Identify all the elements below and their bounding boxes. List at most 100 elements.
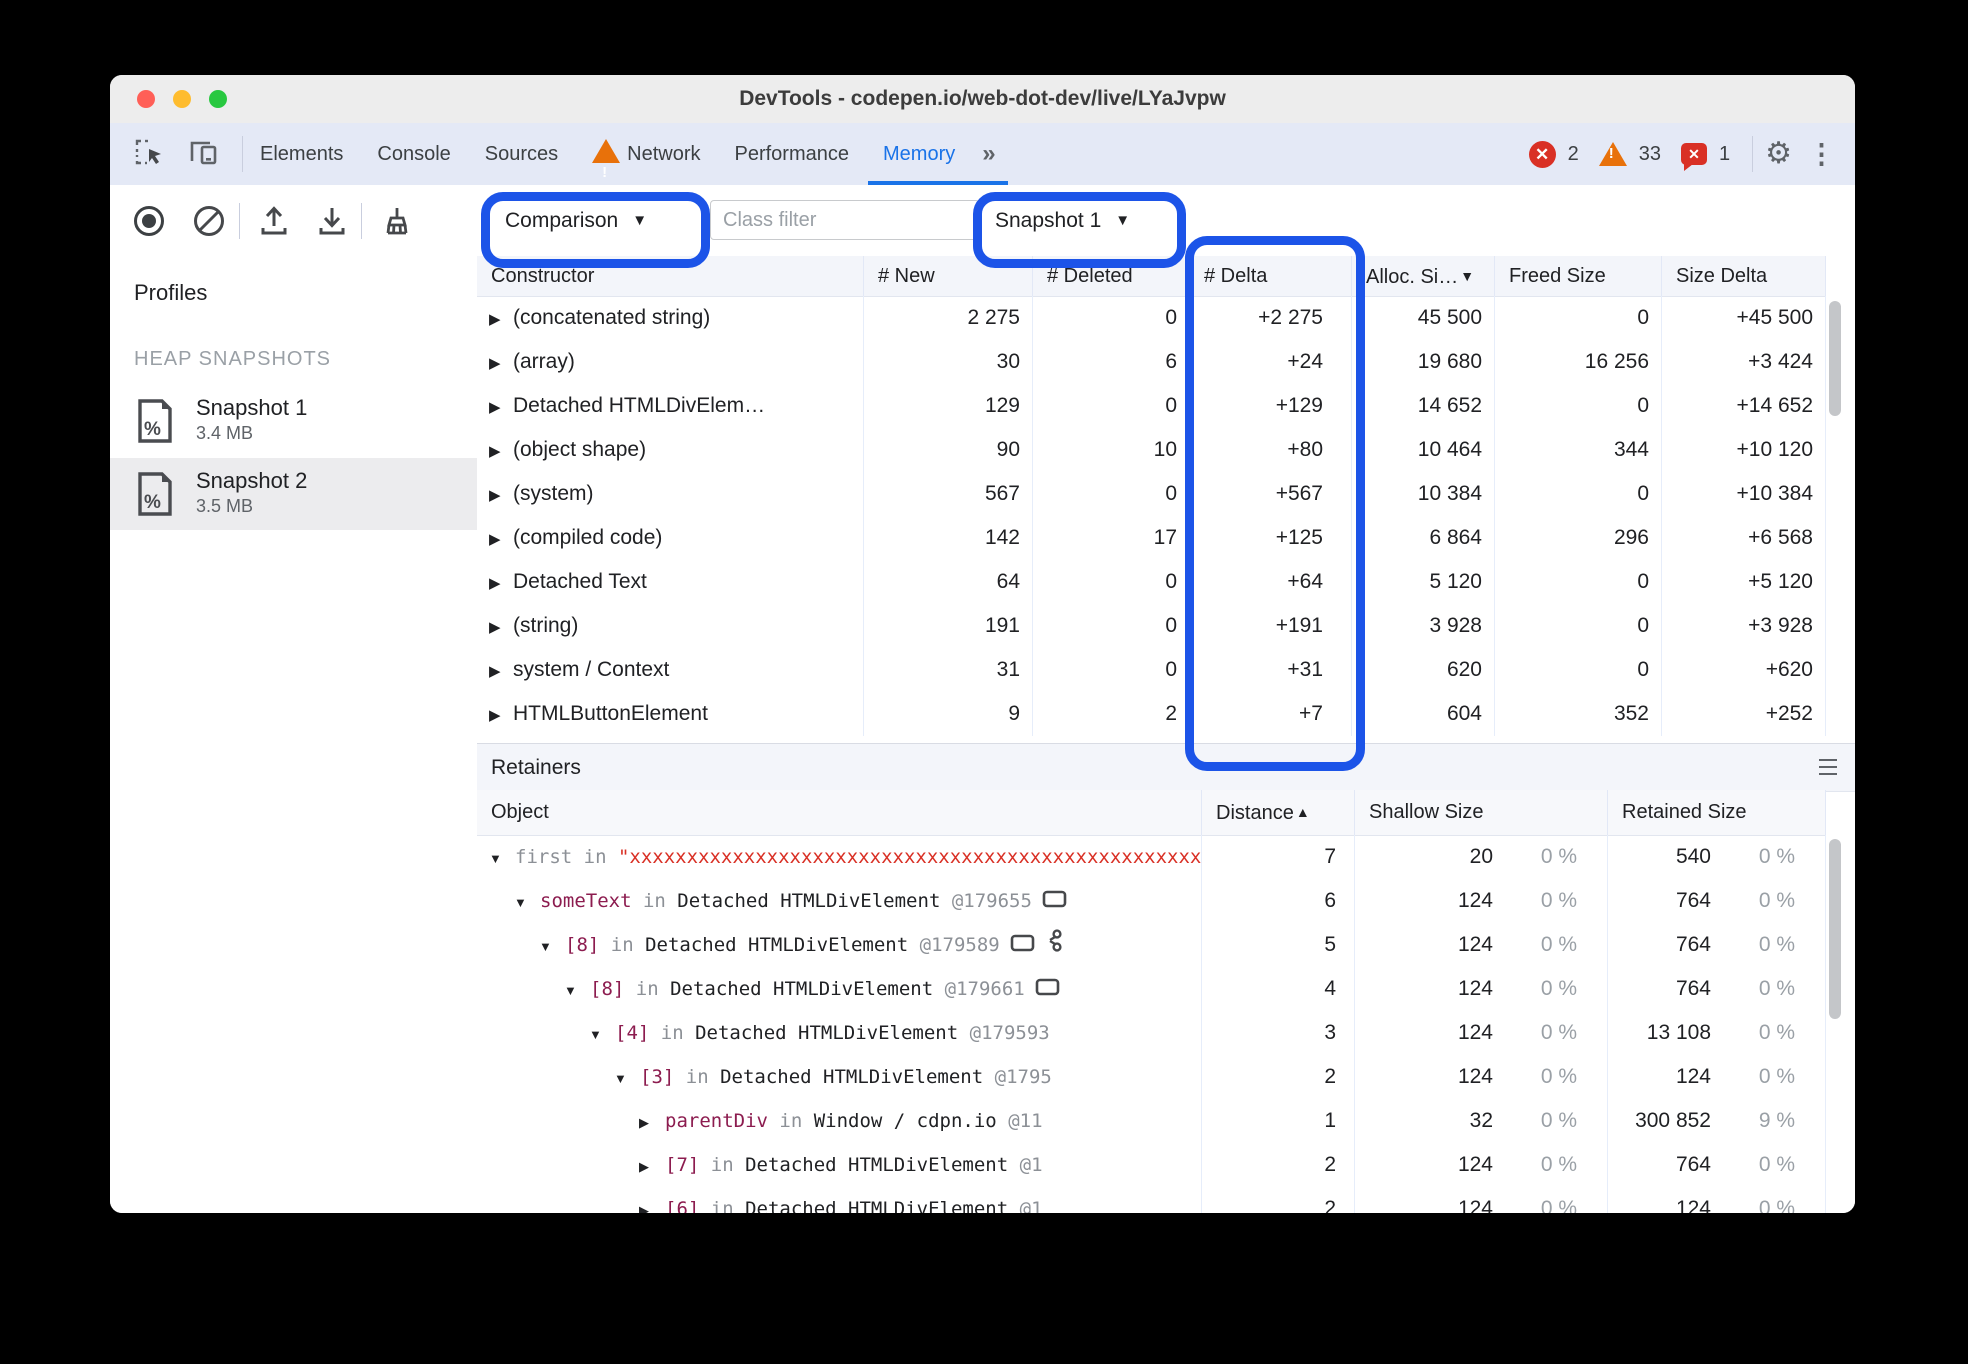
constructor-row[interactable]: ▶ (string) 191 0 +191 3 928 0 +3 928 [477, 604, 1826, 648]
console-warnings-icon[interactable] [1598, 142, 1627, 166]
constructor-row[interactable]: ▶ Detached Text 64 0 +64 5 120 0 +5 120 [477, 560, 1826, 604]
inspect-element-icon[interactable] [134, 137, 164, 172]
retained-size-value: 300 852 [1635, 1109, 1711, 1132]
constructor-name-cell: ▶ (object shape) [477, 428, 864, 472]
column-header-alloc-size[interactable]: Alloc. Si… ▼ [1352, 256, 1495, 296]
base-snapshot-dropdown[interactable]: Snapshot 1 ▼ [995, 209, 1130, 233]
retainer-row[interactable]: ▶ [6] in Detached HTMLDivElement @1 2 124 0 … [477, 1187, 1826, 1213]
record-heap-snapshot-icon[interactable] [132, 204, 166, 238]
constructor-name: (array) [513, 350, 575, 373]
constructor-row[interactable]: ▶ Detached HTMLDivElem… 129 0 +129 14 652 0 +14… [477, 384, 1826, 428]
retainer-in-label: in [699, 1198, 746, 1213]
deleted-count-cell: 0 [1033, 648, 1190, 692]
toggle-device-toolbar-icon[interactable] [188, 137, 220, 172]
column-header-distance[interactable]: Distance ▲ [1202, 790, 1355, 835]
reveal-box-icon[interactable] [1035, 969, 1061, 1011]
retainers-scrollbar[interactable] [1826, 835, 1844, 1213]
retainer-row[interactable]: ▼ [8] in Detached HTMLDivElement @179589 5… [477, 923, 1826, 967]
tab-performance[interactable]: Performance [718, 123, 867, 185]
constructor-scrollbar-thumb[interactable] [1829, 301, 1841, 416]
delta-count-cell: +191 [1190, 604, 1352, 648]
column-header-delta[interactable]: # Delta [1190, 256, 1352, 296]
delta-count-cell: +80 [1190, 428, 1352, 472]
constructor-row[interactable]: ▶ system / Context 31 0 +31 620 0 +620 [477, 648, 1826, 692]
retainer-row[interactable]: ▶ [7] in Detached HTMLDivElement @1 2 124 0 … [477, 1143, 1826, 1187]
settings-gear-icon[interactable]: ⚙ [1765, 139, 1792, 169]
column-header-new[interactable]: # New [864, 256, 1033, 296]
shallow-size-cell: 124 0 % [1355, 923, 1608, 967]
broom-clear-icon[interactable] [380, 204, 414, 238]
constructor-row[interactable]: ▶ (compiled code) 142 17 +125 6 864 296 +6 568 [477, 516, 1826, 560]
issues-icon[interactable]: ✕ [1680, 143, 1707, 171]
constructor-row[interactable]: ▶ (system) 567 0 +567 10 384 0 +10 384 [477, 472, 1826, 516]
retainer-row[interactable]: ▼ [3] in Detached HTMLDivElement @1795 2 12… [477, 1055, 1826, 1099]
deleted-count-cell: 17 [1033, 516, 1190, 560]
reveal-box-icon[interactable] [1010, 925, 1036, 967]
tab-elements[interactable]: Elements [243, 123, 360, 185]
delta-count-cell: +31 [1190, 648, 1352, 692]
retainers-scrollbar-thumb[interactable] [1829, 839, 1841, 1019]
size-delta-cell: +5 120 [1662, 560, 1826, 604]
retainer-object-id: @179589 [908, 934, 1000, 956]
more-tabs-button[interactable]: » [972, 140, 1003, 168]
devtools-window: DevTools - codepen.io/web-dot-dev/live/L… [110, 75, 1855, 1213]
perspective-dropdown[interactable]: Comparison ▼ [505, 209, 647, 233]
distance-cell: 2 [1202, 1055, 1355, 1099]
column-header-freed-size[interactable]: Freed Size [1495, 256, 1662, 296]
retainer-object-name: Window / cdpn.io [813, 1110, 997, 1132]
save-profile-icon[interactable] [316, 204, 348, 238]
column-header-shallow-size[interactable]: Shallow Size [1355, 790, 1608, 835]
retainer-property-name: [3] [640, 1066, 675, 1088]
column-header-object[interactable]: Object [477, 790, 1202, 835]
error-count: 2 [1567, 142, 1579, 165]
alloc-size-cell: 6 864 [1352, 516, 1495, 560]
retained-size-percent: 0 % [1758, 1021, 1795, 1044]
retainer-row[interactable]: ▼ [8] in Detached HTMLDivElement @179661 4… [477, 967, 1826, 1011]
retainer-row[interactable]: ▼ someText in Detached HTMLDivElement @17… [477, 879, 1826, 923]
constructor-row[interactable]: ▶ (object shape) 90 10 +80 10 464 344 +10 120 [477, 428, 1826, 472]
class-filter-input[interactable] [710, 200, 980, 240]
constructor-scrollbar[interactable] [1826, 296, 1844, 736]
kebab-menu-icon[interactable]: ⋮ [1804, 139, 1835, 170]
retainer-object-name: Detached HTMLDivElement [677, 890, 941, 912]
constructor-row[interactable]: ▶ HTMLButtonElement 9 2 +7 604 352 +252 [477, 692, 1826, 736]
alloc-size-cell: 3 928 [1352, 604, 1495, 648]
heap-snapshot-file-icon: % [136, 399, 174, 448]
column-header-retained-size[interactable]: Retained Size [1608, 790, 1826, 835]
tab-console[interactable]: Console [360, 123, 467, 185]
clear-profiles-icon[interactable] [192, 204, 226, 238]
constructor-name-cell: ▶ (string) [477, 604, 864, 648]
retainer-row[interactable]: ▼ [4] in Detached HTMLDivElement @179593 3… [477, 1011, 1826, 1055]
node-graph-icon[interactable] [1046, 925, 1064, 967]
console-errors-icon[interactable]: ✕ [1528, 140, 1556, 168]
constructor-name-cell: ▶ Detached Text [477, 560, 864, 604]
tab-memory[interactable]: Memory [866, 123, 1009, 185]
shallow-size-percent: 0 % [1540, 889, 1577, 912]
distance-cell: 4 [1202, 967, 1355, 1011]
sidebar-item-snapshot-2[interactable]: % Snapshot 2 3.5 MB [110, 458, 477, 530]
retainers-menu-icon[interactable] [1819, 759, 1837, 780]
shallow-size-percent: 0 % [1540, 1109, 1577, 1132]
constructor-row[interactable]: ▶ (concatenated string) 2 275 0 +2 275 45 500… [477, 296, 1826, 340]
retained-size-percent: 0 % [1758, 1065, 1795, 1088]
reveal-box-icon[interactable] [1042, 881, 1068, 923]
column-header-constructor[interactable]: Constructor [477, 256, 864, 296]
column-header-size-delta[interactable]: Size Delta [1662, 256, 1826, 296]
retainer-property-name: [4] [615, 1022, 650, 1044]
retained-size-cell: 300 852 9 % [1608, 1099, 1826, 1143]
tab-network[interactable]: Network [575, 123, 717, 204]
sidebar-item-snapshot-1[interactable]: % Snapshot 1 3.4 MB [110, 385, 477, 457]
retained-size-value: 764 [1675, 1153, 1711, 1176]
tab-sources[interactable]: Sources [468, 123, 575, 185]
retainer-in-label: in [624, 978, 671, 1000]
constructor-row[interactable]: ▶ (array) 30 6 +24 19 680 16 256 +3 424 [477, 340, 1826, 384]
retained-size-value: 764 [1675, 933, 1711, 956]
constructor-name-cell: ▶ system / Context [477, 648, 864, 692]
column-header-deleted[interactable]: # Deleted [1033, 256, 1190, 296]
retainer-row[interactable]: ▶ parentDiv in Window / cdpn.io @11 1 32 0 %… [477, 1099, 1826, 1143]
retainer-object-name: Detached HTMLDivElement [745, 1198, 1009, 1213]
devtools-tab-bar: Elements Console Sources Network Perform… [110, 123, 1855, 204]
retainer-row[interactable]: ▼ first in "xxxxxxxxxxxxxxxxxxxxxxxxxxxxx… [477, 835, 1826, 879]
toolbar-divider [239, 202, 240, 239]
load-profile-icon[interactable] [258, 204, 290, 238]
